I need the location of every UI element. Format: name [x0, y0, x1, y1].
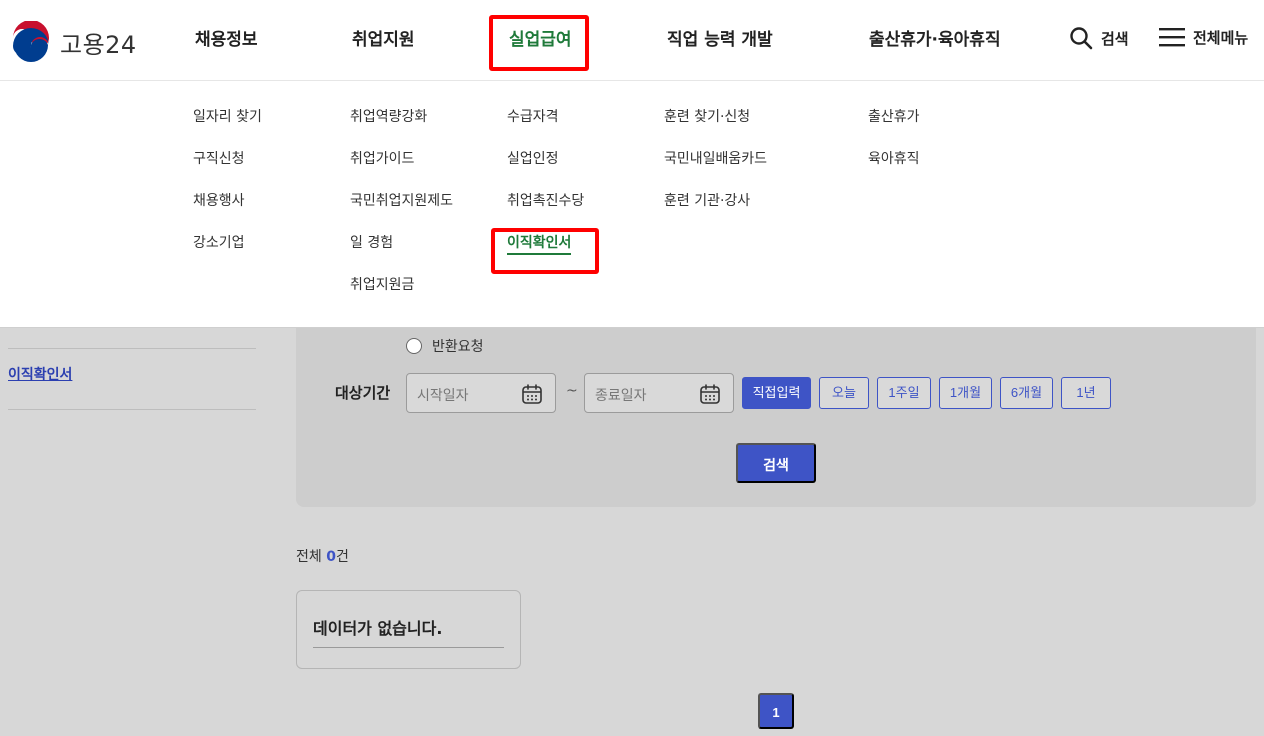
- mega-menu-item[interactable]: 취업촉진수당: [507, 189, 584, 231]
- mega-menu-item[interactable]: 국민취업지원제도: [350, 189, 453, 231]
- chip-today[interactable]: 오늘: [819, 377, 869, 409]
- hamburger-menu-icon: [1159, 28, 1185, 47]
- chip-direct-input[interactable]: 직접입력: [742, 377, 811, 409]
- start-date-placeholder: 시작일자: [417, 388, 469, 404]
- chip-1-month[interactable]: 1개월: [939, 377, 992, 409]
- mega-menu-column-job-info: 일자리 찾기 구직신청 채용행사 강소기업: [193, 105, 262, 273]
- government-emblem-icon: [11, 21, 51, 62]
- all-menu-label: 전체메뉴: [1193, 28, 1249, 47]
- mega-menu-item[interactable]: 일 경험: [350, 231, 453, 273]
- chip-6-months[interactable]: 6개월: [1000, 377, 1053, 409]
- chip-1-year[interactable]: 1년: [1061, 377, 1111, 409]
- search-label: 검색: [1101, 29, 1129, 48]
- mega-menu-item[interactable]: 국민내일배움카드: [664, 147, 767, 189]
- mega-menu-item[interactable]: 취업지원금: [350, 273, 453, 315]
- calendar-icon[interactable]: [699, 383, 721, 405]
- end-date-input[interactable]: 종료일자: [584, 373, 734, 413]
- mega-menu-item[interactable]: 일자리 찾기: [193, 105, 262, 147]
- mega-menu-item[interactable]: 취업가이드: [350, 147, 453, 189]
- result-total: 전체 0건: [296, 546, 349, 566]
- period-label: 대상기간: [335, 384, 391, 402]
- mega-menu-item[interactable]: 수급자격: [507, 105, 584, 147]
- radio-button[interactable]: [406, 338, 422, 354]
- mega-menu-item[interactable]: 강소기업: [193, 231, 262, 273]
- search-toggle[interactable]: 검색: [1069, 26, 1129, 50]
- nav-maternity-parental-leave[interactable]: 출산휴가·육아휴직: [869, 20, 1001, 60]
- sidebar-divider: [8, 409, 256, 410]
- sidebar-divider: [8, 348, 256, 349]
- logo-text: 고용24: [60, 30, 137, 59]
- mega-menu-item[interactable]: 구직신청: [193, 147, 262, 189]
- mega-menu-column-employment-support: 취업역량강화 취업가이드 국민취업지원제도 일 경험 취업지원금: [350, 105, 453, 315]
- all-menu-toggle[interactable]: 전체메뉴: [1159, 26, 1248, 48]
- search-icon: [1070, 27, 1093, 50]
- empty-result-card: 데이터가 없습니다.: [296, 590, 521, 669]
- nav-employment-support[interactable]: 취업지원: [352, 20, 415, 60]
- mega-menu-item[interactable]: 채용행사: [193, 189, 262, 231]
- radio-return-request[interactable]: 반환요청: [406, 336, 484, 356]
- nav-unemployment-benefits[interactable]: 실업급여: [489, 15, 589, 71]
- site-logo[interactable]: 고용24: [10, 21, 137, 63]
- pagination-page-current[interactable]: 1: [758, 693, 794, 729]
- card-divider: [313, 647, 504, 648]
- mega-menu-item-label: 이직확인서: [507, 235, 572, 255]
- mega-menu-item[interactable]: 육아휴직: [868, 147, 920, 189]
- mega-menu-item[interactable]: 취업역량강화: [350, 105, 453, 147]
- empty-message: 데이터가 없습니다.: [313, 619, 443, 638]
- date-range-separator: ~: [566, 383, 578, 399]
- mega-menu-column-skills-development: 훈련 찾기·신청 국민내일배움카드 훈련 기관·강사: [664, 105, 767, 231]
- total-prefix: 전체: [296, 549, 322, 565]
- mega-menu-item[interactable]: 훈련 기관·강사: [664, 189, 767, 231]
- total-suffix: 건: [335, 549, 349, 565]
- mega-menu-item-separation-certificate[interactable]: 이직확인서: [490, 228, 600, 274]
- start-date-input[interactable]: 시작일자: [406, 373, 556, 413]
- site-header: 고용24 채용정보 취업지원 실업급여 직업 능력 개발 출산휴가·육아휴직 검…: [0, 0, 1264, 81]
- radio-label: 반환요청: [432, 339, 484, 355]
- mega-menu-item[interactable]: 훈련 찾기·신청: [664, 105, 767, 147]
- total-count: 0: [326, 549, 336, 565]
- sidebar-item-separation-certificate[interactable]: 이직확인서: [8, 364, 72, 384]
- mega-menu-column-leave: 출산휴가 육아휴직: [868, 105, 920, 189]
- mega-menu-column-unemployment-benefits: 수급자격 실업인정 취업촉진수당 이직확인서: [490, 105, 600, 274]
- mega-menu-item[interactable]: 실업인정: [507, 147, 584, 189]
- search-button[interactable]: 검색: [736, 443, 816, 483]
- mega-menu-dropdown: 일자리 찾기 구직신청 채용행사 강소기업 취업역량강화 취업가이드 국민취업지…: [0, 81, 1264, 328]
- nav-skills-development[interactable]: 직업 능력 개발: [667, 20, 773, 60]
- nav-job-info[interactable]: 채용정보: [195, 20, 258, 60]
- chip-1-week[interactable]: 1주일: [877, 377, 931, 409]
- calendar-icon[interactable]: [521, 383, 543, 405]
- mega-menu-item[interactable]: 출산휴가: [868, 105, 920, 147]
- end-date-placeholder: 종료일자: [595, 388, 647, 404]
